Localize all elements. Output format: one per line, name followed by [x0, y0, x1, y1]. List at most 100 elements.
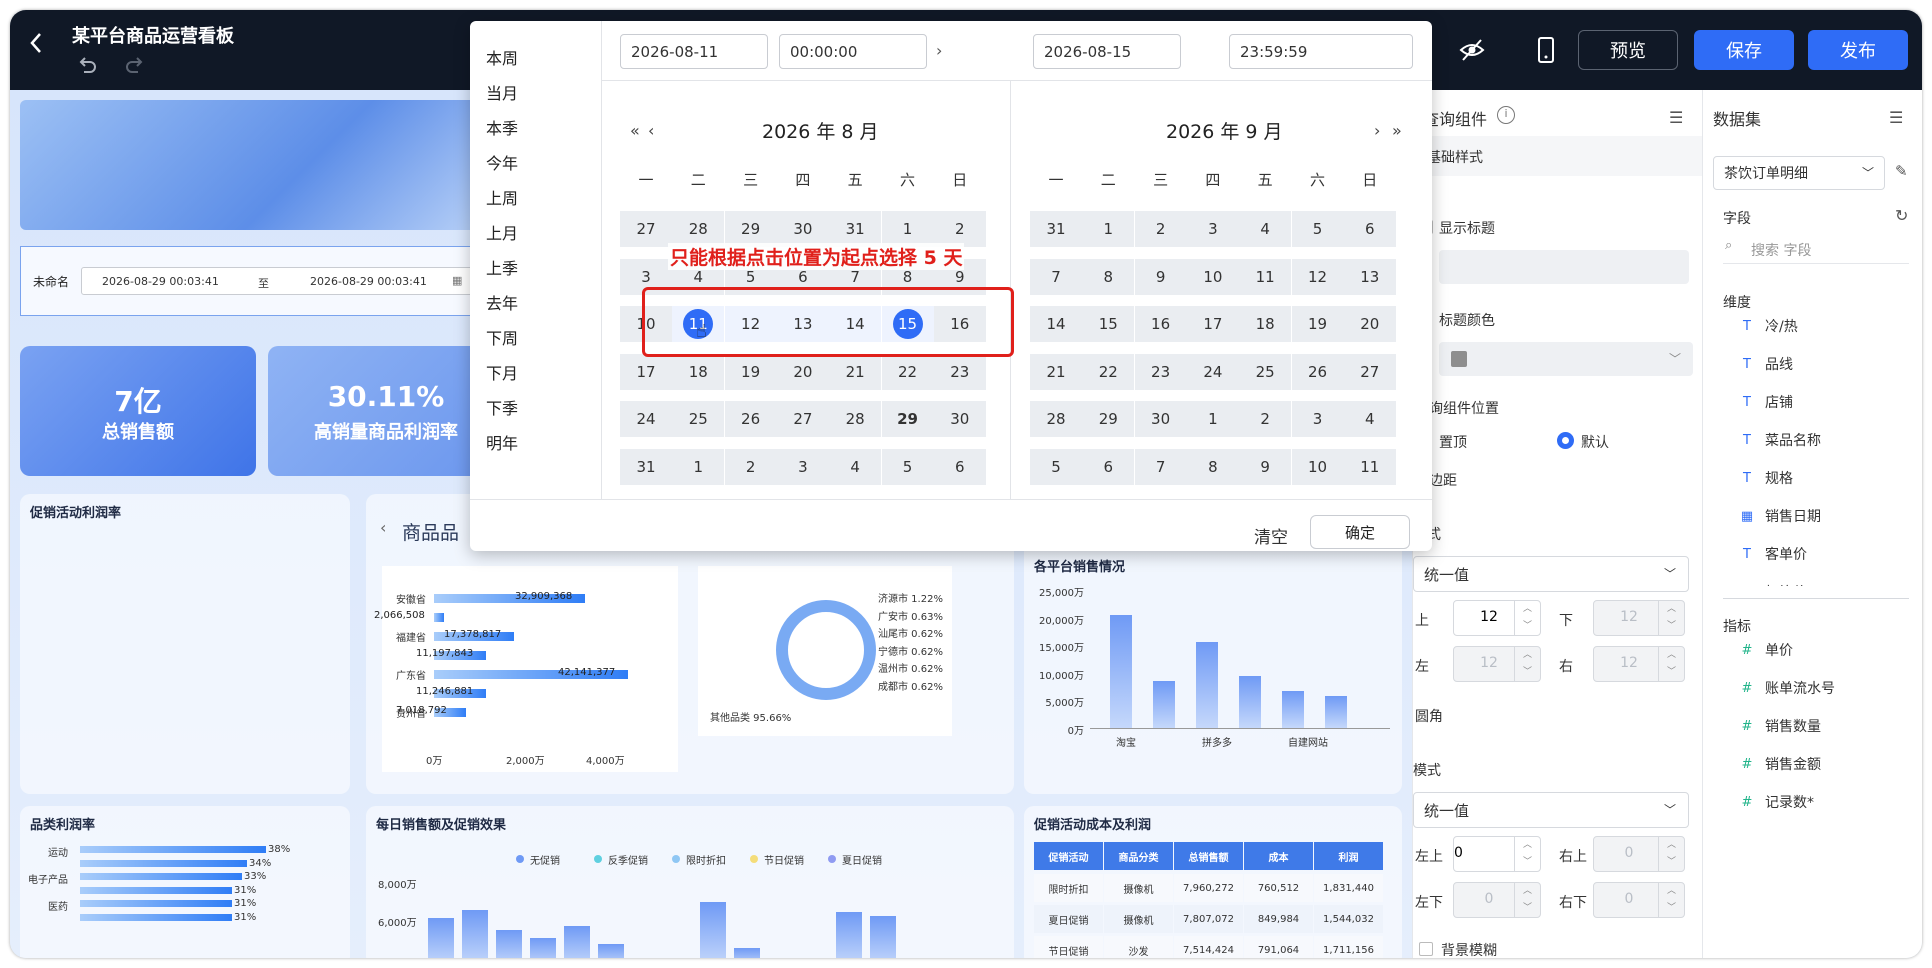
radius-br-input[interactable]: 0 ︿ ﹀ — [1593, 882, 1685, 918]
calendar-day[interactable]: 28 — [672, 211, 725, 247]
calendar-day[interactable]: 26 — [724, 401, 777, 437]
calendar-day[interactable]: 9 — [1239, 448, 1292, 485]
calendar-day[interactable]: 1 — [1082, 211, 1135, 247]
calendar-day[interactable]: 4 — [1239, 211, 1292, 247]
calendar-day[interactable]: 5 — [1030, 448, 1082, 485]
field-item-measure[interactable]: # 销售金额 — [1739, 754, 1821, 774]
calendar-day[interactable]: 22 — [1082, 353, 1135, 390]
calendar-day[interactable]: 29 — [724, 211, 777, 247]
calendar-day[interactable]: 31 — [1030, 211, 1082, 247]
calendar-day[interactable]: 26 — [1291, 353, 1344, 390]
calendar-day[interactable]: 3 — [1291, 401, 1344, 437]
undo-icon[interactable] — [76, 54, 98, 76]
field-item-dimension[interactable]: ▦ 销售日期 — [1739, 506, 1821, 526]
field-item-measure[interactable]: # 单价 — [1739, 640, 1793, 660]
calendar-day[interactable]: 29 — [1082, 401, 1135, 437]
field-item-dimension[interactable]: T 客单价 — [1739, 544, 1807, 564]
calendar-day[interactable]: 28 — [829, 401, 882, 437]
padding-top-input[interactable]: 12 ︿ ﹀ — [1453, 600, 1541, 636]
prev-month-icon[interactable]: ‹ — [648, 121, 654, 140]
field-item-dimension[interactable]: T 冷/热 — [1739, 316, 1798, 336]
blur-checkbox[interactable] — [1419, 942, 1433, 956]
calendar-day[interactable]: 1 — [881, 211, 934, 247]
calendar-day[interactable]: 24 — [620, 401, 672, 437]
confirm-button[interactable]: 确定 — [1310, 515, 1410, 549]
calendar-day[interactable]: 30 — [1134, 401, 1187, 437]
radius-tl-input[interactable]: 0 ︿ ﹀ — [1453, 836, 1541, 872]
quick-range-item[interactable]: 上月 — [486, 220, 518, 244]
calendar-day[interactable]: 20 — [776, 353, 829, 390]
pos-default-radio[interactable] — [1557, 432, 1574, 449]
calendar-day[interactable]: 10 — [1291, 448, 1344, 485]
prev-year-icon[interactable]: « — [630, 121, 640, 140]
quick-range-item[interactable]: 今年 — [486, 150, 518, 174]
calendar-day[interactable]: 31 — [829, 211, 882, 247]
calendar-day[interactable]: 6 — [933, 448, 986, 485]
calendar-day[interactable]: 3 — [776, 448, 829, 485]
calendar-day[interactable]: 29 — [881, 401, 934, 437]
field-item-dimension[interactable]: T 店铺 — [1739, 392, 1793, 412]
calendar-day[interactable]: 2 — [724, 448, 777, 485]
calendar-day[interactable]: 27 — [620, 211, 672, 247]
field-item-measure[interactable]: # 销售数量 — [1739, 716, 1821, 736]
redo-icon[interactable] — [124, 54, 146, 76]
title-input[interactable] — [1439, 250, 1689, 284]
hide-icon[interactable] — [1458, 36, 1486, 64]
calendar-day[interactable]: 11 — [1343, 448, 1396, 485]
calendar-day[interactable]: 20 — [1343, 306, 1396, 342]
publish-button[interactable]: 发布 — [1808, 30, 1908, 70]
refresh-icon[interactable]: ↻ — [1895, 206, 1908, 225]
menu-icon[interactable]: ☰ — [1669, 108, 1683, 127]
quick-range-item[interactable]: 去年 — [486, 290, 518, 314]
menu-icon[interactable]: ☰ — [1889, 108, 1903, 127]
edit-icon[interactable]: ✎ — [1895, 162, 1908, 180]
calendar-day[interactable]: 17 — [620, 353, 672, 390]
calendar-day[interactable]: 14 — [1030, 306, 1082, 342]
calendar-day[interactable]: 3 — [1186, 211, 1239, 247]
calendar-day[interactable]: 7 — [1134, 448, 1187, 485]
calendar-day[interactable]: 18 — [672, 353, 725, 390]
preview-button[interactable]: 预览 — [1578, 30, 1678, 70]
date-range-input[interactable]: 2026-08-29 00:03:41 至 2026-08-29 00:03:4… — [81, 267, 473, 295]
calendar-day[interactable]: 15 — [1082, 306, 1135, 342]
calendar-day[interactable]: 23 — [933, 353, 986, 390]
calendar-day[interactable]: 24 — [1186, 353, 1239, 390]
quick-range-item[interactable]: 明年 — [486, 430, 518, 454]
mode-select[interactable]: 统一值 ﹀ — [1413, 556, 1689, 592]
quick-range-item[interactable]: 下月 — [486, 360, 518, 384]
padding-right-input[interactable]: 12 ︿ ﹀ — [1593, 646, 1685, 682]
quick-range-item[interactable]: 上季 — [486, 255, 518, 279]
title-color-picker[interactable]: ﹀ — [1439, 342, 1693, 376]
calendar-day[interactable]: 2 — [933, 211, 986, 247]
calendar-day[interactable]: 4 — [1343, 401, 1396, 437]
calendar-day[interactable]: 5 — [881, 448, 934, 485]
calendar-day[interactable]: 31 — [620, 448, 672, 485]
start-time-input[interactable]: 00:00:00 — [779, 34, 927, 69]
calendar-day[interactable]: 6 — [1082, 448, 1135, 485]
calendar-day[interactable]: 19 — [1291, 306, 1344, 342]
calendar-day[interactable]: 25 — [672, 401, 725, 437]
quick-range-item[interactable]: 本季 — [486, 115, 518, 139]
calendar-day[interactable]: 1 — [1186, 401, 1239, 437]
calendar-day[interactable]: 6 — [1343, 211, 1396, 247]
calendar-day[interactable]: 21 — [1030, 353, 1082, 390]
calendar-day[interactable]: 8 — [1186, 448, 1239, 485]
calendar-day[interactable]: 21 — [829, 353, 882, 390]
calendar-day[interactable]: 22 — [881, 353, 934, 390]
end-date-input[interactable]: 2026-08-15 — [1033, 34, 1181, 69]
calendar-day[interactable]: 12 — [1291, 258, 1344, 295]
calendar-day[interactable]: 8 — [1082, 258, 1135, 295]
calendar-day[interactable]: 16 — [1134, 306, 1187, 342]
calendar-day[interactable]: 2 — [1239, 401, 1292, 437]
next-year-icon[interactable]: » — [1392, 121, 1402, 140]
start-date-input[interactable]: 2026-08-11 — [620, 34, 768, 69]
field-item-dimension[interactable]: T 菜品名称 — [1739, 430, 1821, 450]
quick-range-item[interactable]: 下周 — [486, 325, 518, 349]
calendar-day[interactable]: 5 — [1291, 211, 1344, 247]
field-search-input[interactable]: ⌕ 搜索 字段 — [1723, 234, 1909, 264]
padding-bottom-input[interactable]: 12 ︿ ﹀ — [1593, 600, 1685, 636]
next-month-icon[interactable]: › — [1374, 121, 1380, 140]
save-button[interactable]: 保存 — [1694, 30, 1794, 70]
calendar-day[interactable]: 30 — [933, 401, 986, 437]
calendar-day[interactable]: 7 — [1030, 258, 1082, 295]
